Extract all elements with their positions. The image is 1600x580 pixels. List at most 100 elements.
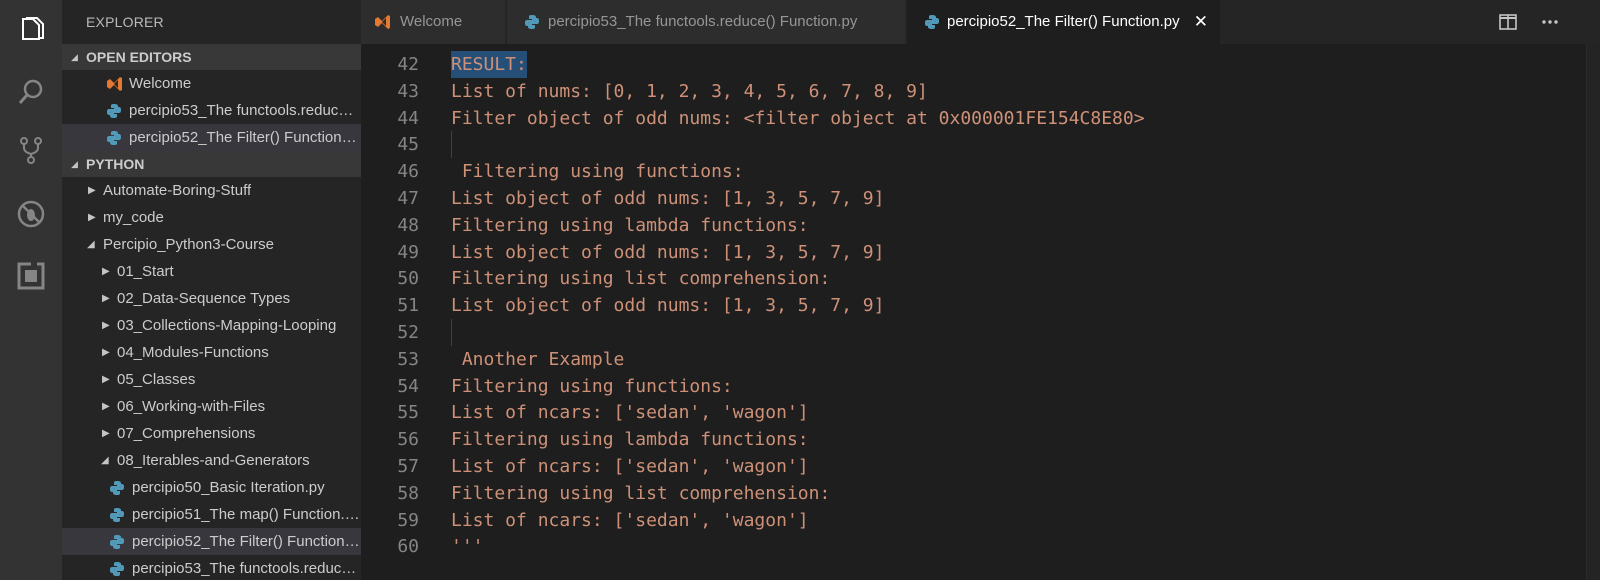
line-number: 46 <box>397 161 419 183</box>
python-icon <box>110 535 124 549</box>
open-editor-item-filter[interactable]: percipio52_The Filter() Function.py <box>62 124 361 151</box>
tree-folder-02-data[interactable]: ▶ 02_Data-Sequence Types <box>62 285 361 312</box>
open-editor-label: Welcome <box>129 75 192 92</box>
code-text: List of nums: [0, 1, 2, 3, 4, 5, 6, 7, 8… <box>451 80 928 102</box>
code-line[interactable]: 47 List object of odd nums: [1, 3, 5, 7, … <box>361 185 1451 212</box>
code-line[interactable]: 51 List object of odd nums: [1, 3, 5, 7, … <box>361 292 1451 319</box>
tree-file-percipio52[interactable]: percipio52_The Filter() Function.py <box>62 528 361 555</box>
tree-file-percipio51[interactable]: percipio51_The map() Function.py <box>62 501 361 528</box>
tree-folder-my-code[interactable]: ▶ my_code <box>62 204 361 231</box>
line-number: 58 <box>397 482 419 504</box>
workspace-label: PYTHON <box>86 156 145 172</box>
code-line[interactable]: 60 ''' <box>361 533 1451 560</box>
tab-percipio52[interactable]: percipio52_The Filter() Function.py ✕ <box>907 0 1221 44</box>
line-number: 51 <box>397 295 419 317</box>
tree-folder-percipio-course[interactable]: ◢ Percipio_Python3-Course <box>62 231 361 258</box>
line-number: 43 <box>397 80 419 102</box>
tree-label: my_code <box>103 209 164 226</box>
vertical-scrollbar[interactable] <box>1586 44 1600 580</box>
collapse-arrow-icon: ◢ <box>71 52 78 62</box>
code-line[interactable]: 45 <box>361 131 1451 159</box>
line-number: 52 <box>397 322 419 343</box>
tree-folder-01-start[interactable]: ▶ 01_Start <box>62 258 361 285</box>
tree-label: percipio53_The functools.reduce() Functi… <box>132 560 360 577</box>
vscode-icon <box>375 15 390 29</box>
line-number: 47 <box>397 188 419 209</box>
chevron-right-icon: ▶ <box>88 212 96 223</box>
code-text: List of ncars: ['sedan', 'wagon'] <box>451 456 809 477</box>
open-editors-label: OPEN EDITORS <box>86 49 192 65</box>
line-number: 57 <box>397 456 419 477</box>
selected-text: RESULT: <box>451 51 527 78</box>
code-line[interactable]: 46 Filtering using functions: <box>361 158 1451 185</box>
python-workspace-header[interactable]: ◢ PYTHON <box>62 151 361 177</box>
code-line[interactable]: 52 <box>361 319 1451 346</box>
code-line[interactable]: 49 List object of odd nums: [1, 3, 5, 7, … <box>361 239 1451 266</box>
chevron-down-icon: ◢ <box>101 455 109 466</box>
line-number: 45 <box>397 134 419 156</box>
tree-label: Automate-Boring-Stuff <box>103 182 252 199</box>
code-text: Filtering using functions: <box>451 375 733 397</box>
source-control-icon[interactable] <box>0 122 62 178</box>
tree-label: 05_Classes <box>117 371 196 388</box>
open-editor-item-welcome[interactable]: Welcome <box>62 70 361 97</box>
tree-label: percipio52_The Filter() Function.py <box>132 533 360 550</box>
search-icon[interactable] <box>0 64 62 120</box>
tree-folder-07-comprehensions[interactable]: ▶ 07_Comprehensions <box>62 420 361 447</box>
tab-percipio53[interactable]: percipio53_The functools.reduce() Functi… <box>507 0 906 44</box>
line-number: 53 <box>397 348 419 370</box>
debug-icon[interactable] <box>0 186 62 242</box>
python-icon <box>110 508 124 522</box>
tab-label: percipio52_The Filter() Function.py <box>947 13 1180 30</box>
tree-folder-automate-boring-stuff[interactable]: ▶ Automate-Boring-Stuff <box>62 177 361 204</box>
tree-file-percipio50[interactable]: percipio50_Basic Iteration.py <box>62 474 361 501</box>
tree-folder-05-classes[interactable]: ▶ 05_Classes <box>62 366 361 393</box>
chevron-down-icon: ◢ <box>87 239 95 250</box>
python-icon <box>110 562 124 576</box>
tree-label: 07_Comprehensions <box>117 425 256 442</box>
line-number: 49 <box>397 241 419 263</box>
code-line[interactable]: 53 Another Example <box>361 346 1451 373</box>
tree-folder-06-files[interactable]: ▶ 06_Working-with-Files <box>62 393 361 420</box>
tree-label: percipio51_The map() Function.py <box>132 506 360 523</box>
code-text: Another Example <box>451 348 625 370</box>
tree-folder-04-modules[interactable]: ▶ 04_Modules-Functions <box>62 339 361 366</box>
explorer-sidebar: EXPLORER ◢ OPEN EDITORS Welcome percipio… <box>62 0 361 580</box>
code-line[interactable]: 54 Filtering using functions: <box>361 373 1451 400</box>
code-line[interactable]: 58 Filtering using list comprehension: <box>361 480 1451 507</box>
code-text: Filtering using list comprehension: <box>451 482 831 504</box>
code-line[interactable]: 42 RESULT: <box>361 51 1451 78</box>
code-editor[interactable]: 42 RESULT: 43 List of nums: [0, 1, 2, 3, 4,… <box>361 44 1600 580</box>
code-line[interactable]: 59 List of ncars: ['sedan', 'wagon'] <box>361 507 1451 534</box>
ellipsis-icon[interactable] <box>1538 10 1562 34</box>
code-line[interactable]: 57 List of ncars: ['sedan', 'wagon'] <box>361 453 1451 480</box>
tree-label: Percipio_Python3-Course <box>103 236 274 253</box>
python-icon <box>925 15 939 29</box>
split-editor-icon[interactable] <box>1496 10 1520 34</box>
code-line[interactable]: 43 List of nums: [0, 1, 2, 3, 4, 5, 6, 7,… <box>361 78 1451 105</box>
python-icon <box>525 15 539 29</box>
tree-file-percipio53[interactable]: percipio53_The functools.reduce() Functi… <box>62 555 361 580</box>
close-icon[interactable]: ✕ <box>1194 0 1208 44</box>
chevron-right-icon: ▶ <box>102 293 110 304</box>
tree-folder-03-collections[interactable]: ▶ 03_Collections-Mapping-Looping <box>62 312 361 339</box>
editor-tab-bar: Welcome percipio53_The functools.reduce(… <box>361 0 1600 44</box>
open-editor-item-reduce[interactable]: percipio53_The functools.reduce() Functi… <box>62 97 361 124</box>
code-line[interactable]: 48 Filtering using lambda functions: <box>361 212 1451 239</box>
tree-label: 04_Modules-Functions <box>117 344 269 361</box>
tree-label: 01_Start <box>117 263 174 280</box>
open-editors-header[interactable]: ◢ OPEN EDITORS <box>62 44 361 70</box>
code-text: Filter object of odd nums: <filter objec… <box>451 107 1145 129</box>
python-icon <box>107 104 121 118</box>
code-text: Filtering using lambda functions: <box>451 429 809 451</box>
activity-bar <box>0 0 62 580</box>
extensions-icon[interactable] <box>0 248 62 304</box>
explorer-icon[interactable] <box>0 2 62 58</box>
code-line[interactable]: 50 Filtering using list comprehension: <box>361 265 1451 292</box>
code-line[interactable]: 44 Filter object of odd nums: <filter obj… <box>361 105 1451 132</box>
tree-folder-08-iterables[interactable]: ◢ 08_Iterables-and-Generators <box>62 447 361 474</box>
tab-welcome[interactable]: Welcome <box>361 0 506 44</box>
code-line[interactable]: 55 List of ncars: ['sedan', 'wagon'] <box>361 399 1451 426</box>
code-text: List object of odd nums: [1, 3, 5, 7, 9] <box>451 188 885 209</box>
code-line[interactable]: 56 Filtering using lambda functions: <box>361 426 1451 453</box>
